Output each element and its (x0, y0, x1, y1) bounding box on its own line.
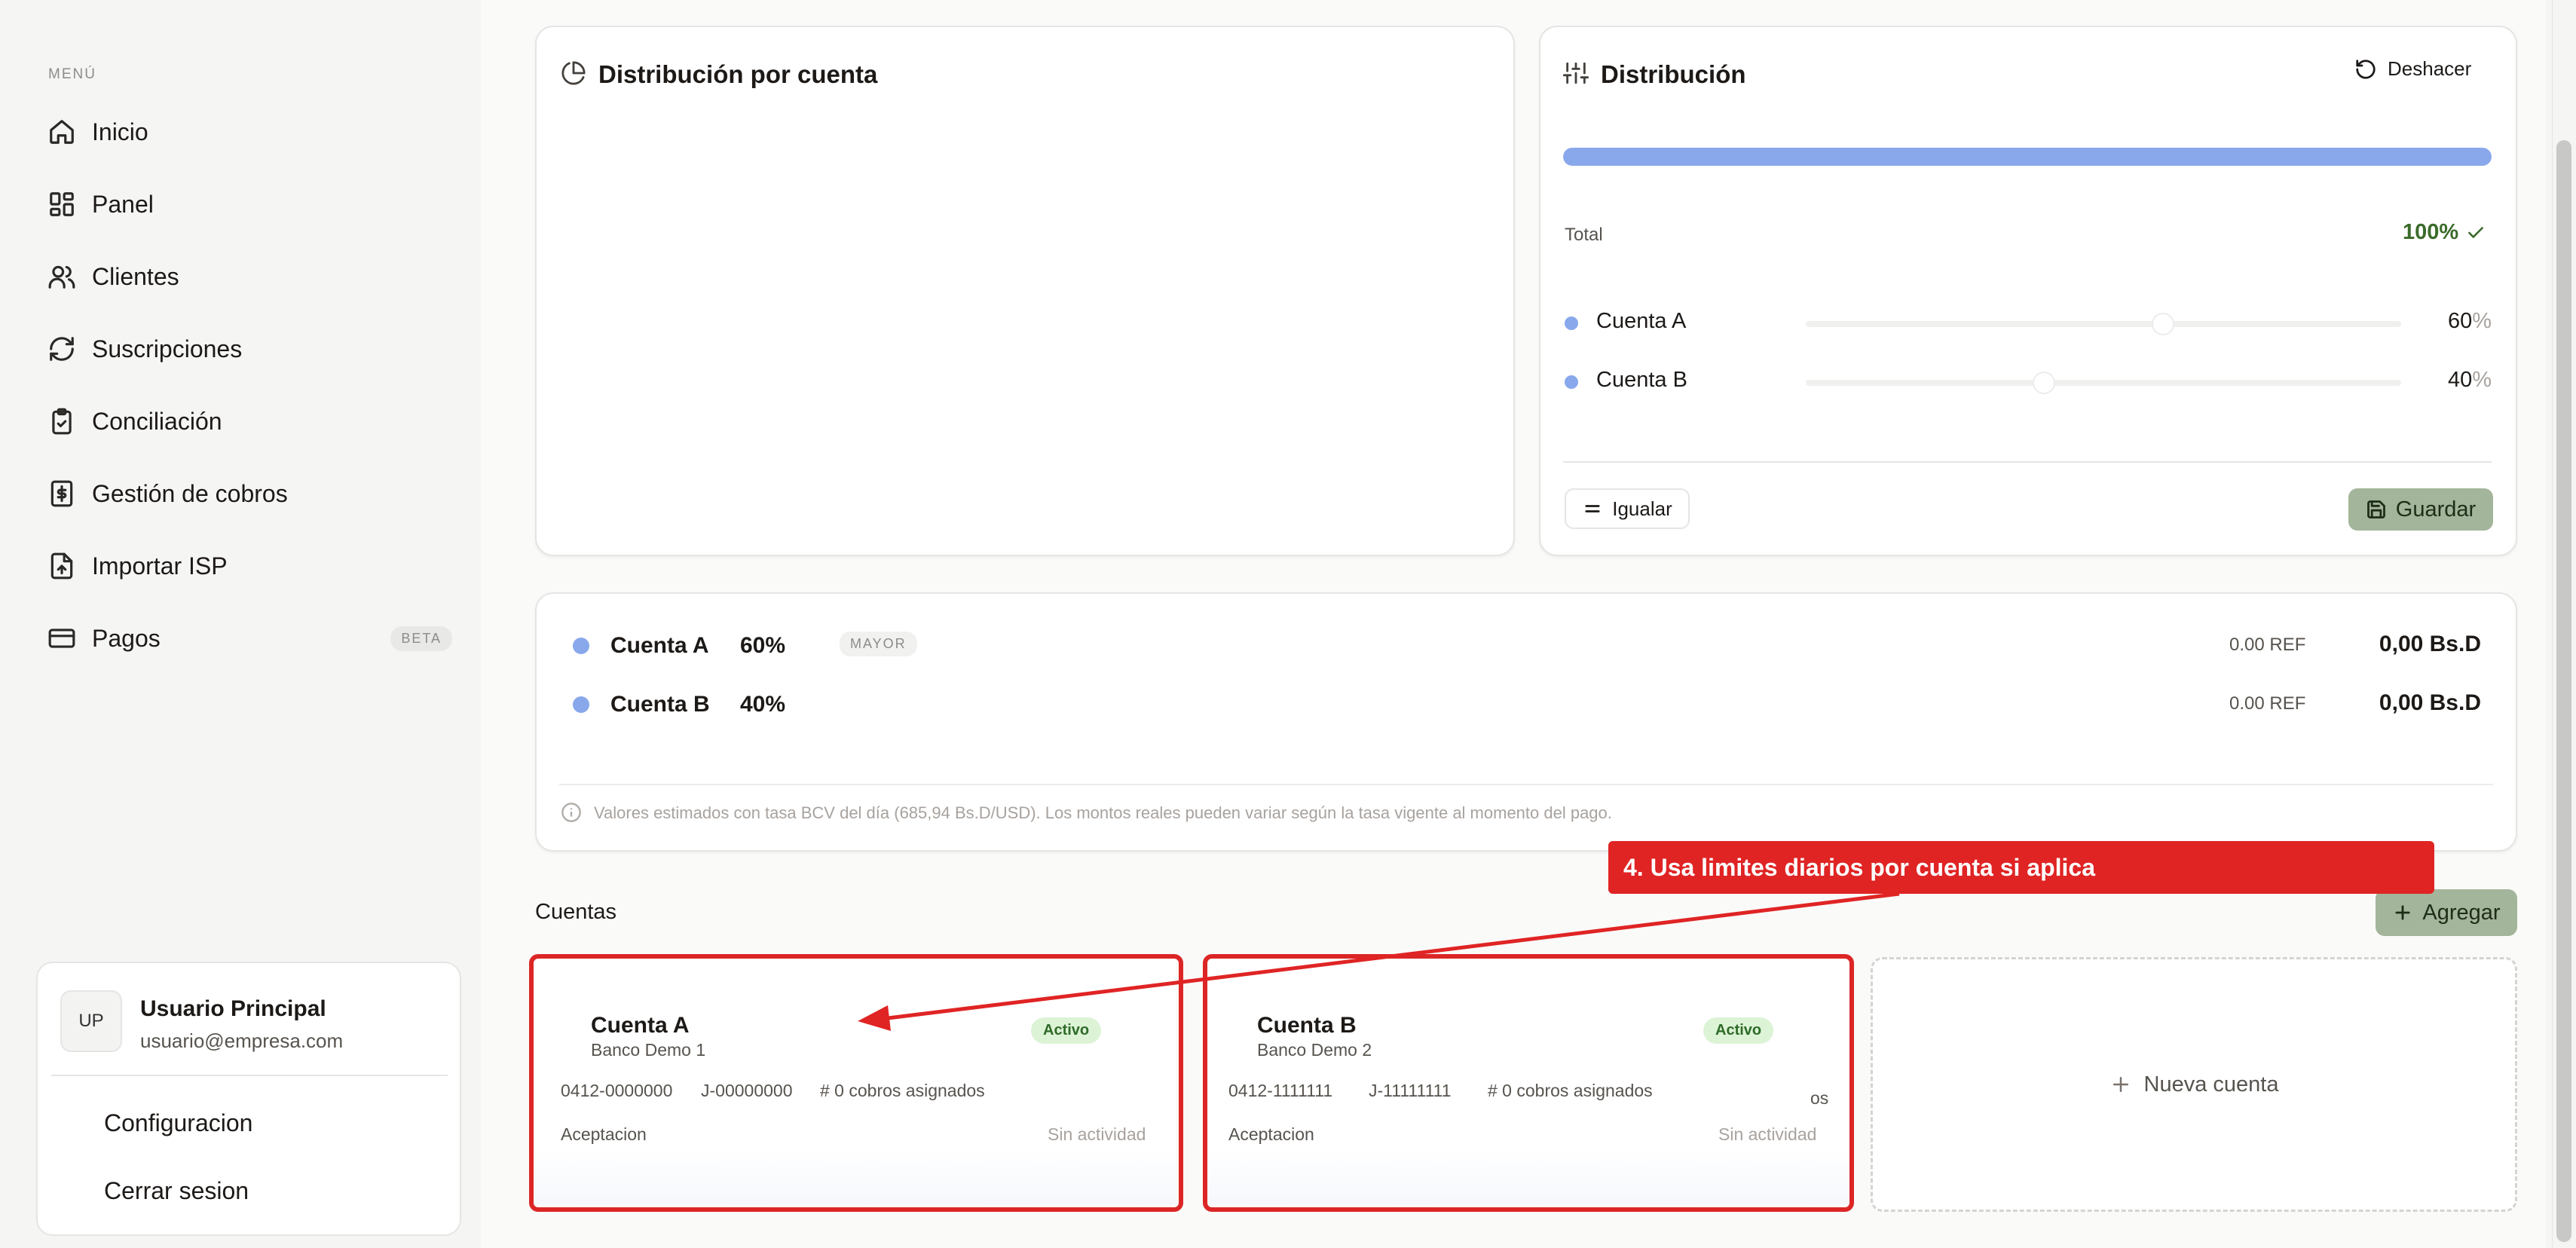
account-b-slider-thumb[interactable] (2033, 372, 2055, 394)
undo-label: Deshacer (2388, 57, 2472, 80)
sidebar-item-label: Conciliación (92, 407, 222, 435)
sidebar-item-clientes[interactable]: Clientes (45, 250, 452, 303)
file-upload-icon (45, 549, 78, 583)
check-icon (2468, 226, 2484, 238)
save-label: Guardar (2395, 497, 2477, 522)
sidebar-item-label: Importar ISP (92, 552, 228, 580)
add-account-label: Agregar (2422, 900, 2501, 925)
total-percent: 100% (2403, 220, 2459, 244)
add-account-button[interactable]: Agregar (2376, 889, 2517, 936)
account-b-dot (1565, 375, 1578, 389)
clipboard-check-icon (45, 405, 78, 438)
highlight-frame (529, 954, 1183, 1212)
account-b-slider[interactable] (1806, 380, 2401, 386)
save-button[interactable]: Guardar (2348, 488, 2493, 531)
user-email: usuario@empresa.com (140, 1029, 344, 1052)
sidebar-item-pagos[interactable]: Pagos BETA (45, 612, 452, 665)
sidebar-item-label: Gestión de cobros (92, 479, 288, 507)
home-icon (45, 115, 78, 148)
sidebar-item-label: Pagos (92, 624, 161, 652)
avatar[interactable]: UP (60, 990, 122, 1052)
info-icon (561, 803, 581, 822)
scrollbar-thumb[interactable] (2556, 140, 2571, 1242)
account-a-slider[interactable] (1806, 321, 2401, 327)
menu-label: MENÚ (48, 66, 96, 82)
largest-badge: MAYOR (840, 632, 917, 656)
user-menu-card: UP Usuario Principal usuario@empresa.com… (36, 962, 461, 1236)
summary-account-a-percent: 60% (740, 633, 786, 658)
equals-icon (1585, 505, 1600, 512)
sidebar-item-importar-isp[interactable]: Importar ISP (45, 540, 452, 592)
account-a-dot (1565, 317, 1578, 330)
total-label: Total (1565, 225, 1603, 245)
dashboard-icon (45, 188, 78, 221)
progress-fill (1563, 148, 2492, 166)
divider (559, 784, 2493, 785)
sliders-icon (1563, 60, 1589, 90)
summary-account-a-ref: 0.00 REF (2229, 635, 2306, 655)
sidebar-item-label: Inicio (92, 118, 148, 145)
accounts-section-title: Cuentas (535, 900, 617, 924)
beta-badge: BETA (390, 626, 452, 651)
sidebar-item-panel[interactable]: Panel (45, 178, 452, 231)
distribution-title: Distribución (1601, 60, 1746, 88)
credit-card-icon (45, 622, 78, 655)
account-b-percent-value: 40 (2447, 368, 2473, 392)
account-a-dot (573, 638, 589, 654)
account-b-dot (573, 696, 589, 713)
account-a-percent[interactable]: 60% (2419, 309, 2492, 334)
account-a-slider-thumb[interactable] (2152, 313, 2174, 335)
sidebar-item-suscripciones[interactable]: Suscripciones (45, 323, 452, 375)
distribution-chart-card: Distribución por cuenta (535, 26, 1515, 556)
summary-account-b-ref: 0.00 REF (2229, 693, 2306, 714)
equalize-button[interactable]: Igualar (1565, 488, 1690, 529)
highlight-frame (1203, 954, 1854, 1212)
distribution-card: Distribución Deshacer (1539, 26, 2517, 556)
summary-account-a-name: Cuenta A (610, 633, 709, 658)
sidebar-item-gestion-cobros[interactable]: Gestión de cobros (45, 467, 452, 520)
summary-account-b-percent: 40% (740, 692, 786, 717)
undo-button[interactable]: Deshacer (2354, 57, 2471, 81)
total-progress-bar (1563, 148, 2492, 166)
sidebar-item-inicio[interactable]: Inicio (45, 106, 452, 158)
summary-account-a-amount: 0,00 Bs.D (2379, 632, 2481, 656)
logout-menu-item[interactable]: Cerrar sesion (104, 1177, 249, 1205)
percent-unit: % (2472, 368, 2492, 392)
account-b-label: Cuenta B (1596, 368, 1687, 392)
total-value: 100% (2403, 220, 2486, 245)
summary-account-b-amount: 0,00 Bs.D (2379, 690, 2481, 715)
sidebar-item-label: Panel (92, 190, 154, 218)
plus-icon (2113, 1077, 2128, 1092)
chart-panel-title: Distribución por cuenta (598, 60, 878, 88)
percent-unit: % (2472, 309, 2492, 333)
summary-account-b-name: Cuenta B (610, 692, 710, 717)
pie-chart-icon (561, 60, 586, 90)
user-name: Usuario Principal (140, 996, 326, 1021)
account-a-percent-value: 60 (2447, 309, 2473, 333)
new-account-label: Nueva cuenta (2143, 1072, 2279, 1097)
sidebar-item-label: Suscripciones (92, 335, 243, 362)
annotation-callout: 4. Usa limites diarios por cuenta si apl… (1608, 841, 2434, 894)
sidebar-item-conciliacion[interactable]: Conciliación (45, 395, 452, 448)
account-a-label: Cuenta A (1596, 309, 1687, 333)
save-icon (2366, 500, 2385, 518)
equalize-label: Igualar (1612, 497, 1672, 520)
dollar-file-icon (45, 477, 78, 510)
users-icon (45, 260, 78, 293)
plus-icon (2395, 905, 2410, 920)
undo-icon (2356, 59, 2376, 79)
account-b-percent[interactable]: 40% (2419, 368, 2492, 393)
exchange-rate-note: Valores estimados con tasa BCV del día (… (594, 803, 1612, 822)
divider (51, 1075, 448, 1076)
refresh-icon (45, 332, 78, 366)
settings-menu-item[interactable]: Configuracion (104, 1109, 252, 1137)
new-account-card[interactable]: Nueva cuenta (1871, 957, 2517, 1212)
sidebar-item-label: Clientes (92, 262, 179, 290)
divider (1563, 461, 2492, 463)
